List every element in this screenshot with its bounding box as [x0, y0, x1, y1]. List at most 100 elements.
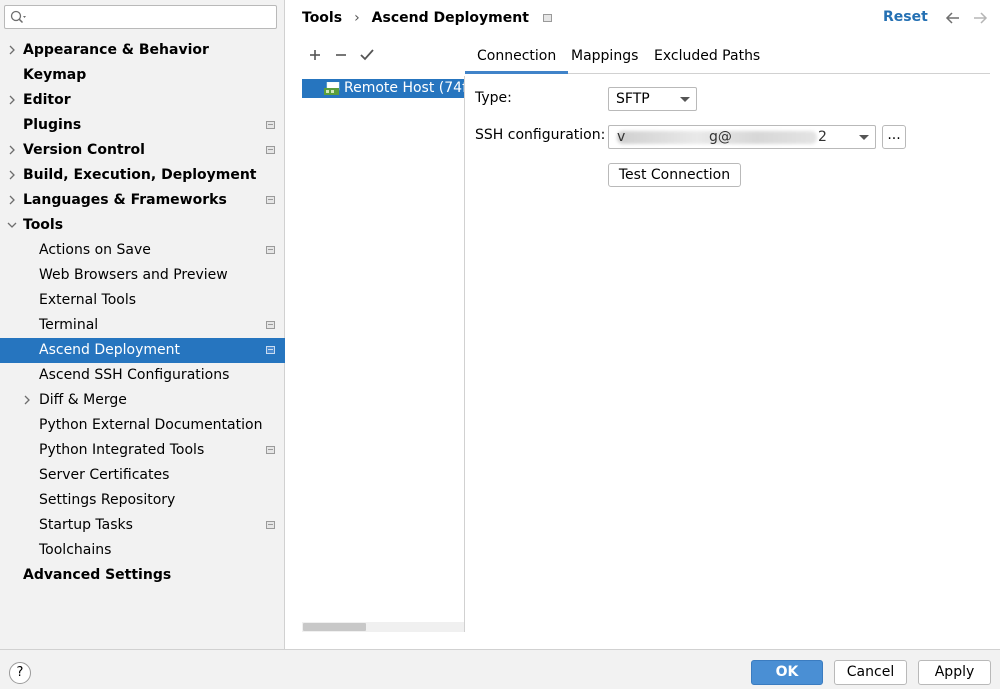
sidebar-item-label: Advanced Settings — [23, 567, 172, 583]
sidebar-item-plugins[interactable]: Plugins — [0, 113, 285, 138]
remove-icon[interactable] — [331, 45, 351, 65]
sidebar-item-actions-on-save[interactable]: Actions on Save — [0, 238, 285, 263]
tab-connection[interactable]: Connection — [465, 43, 569, 74]
chevron-right-icon[interactable] — [7, 195, 17, 205]
project-level-icon — [266, 246, 275, 254]
sidebar-item-ascend-ssh-configurations[interactable]: Ascend SSH Configurations — [0, 363, 285, 388]
sidebar-item-ascend-deployment[interactable]: Ascend Deployment — [0, 338, 285, 363]
chevron-right-icon[interactable] — [7, 145, 17, 155]
project-level-icon — [266, 146, 275, 154]
project-level-icon — [266, 121, 275, 129]
chevron-down-icon — [680, 97, 690, 102]
check-icon[interactable] — [357, 45, 377, 65]
apply-button[interactable]: Apply — [918, 660, 991, 685]
ssh-value-suffix: 2 — [818, 129, 827, 145]
sidebar-item-settings-repository[interactable]: Settings Repository — [0, 488, 285, 513]
scrollbar-thumb[interactable] — [303, 623, 366, 631]
sidebar-item-version-control[interactable]: Version Control — [0, 138, 285, 163]
project-level-icon — [266, 446, 275, 454]
sidebar-item-keymap[interactable]: Keymap — [0, 63, 285, 88]
chevron-down-icon — [859, 135, 869, 140]
ssh-configuration-label: SSH configuration: — [475, 127, 606, 143]
sidebar-item-label: Build, Execution, Deployment — [23, 167, 257, 183]
server-name: Remote Host (74f1 — [344, 80, 465, 96]
breadcrumb-separator: › — [354, 10, 360, 26]
ssh-configuration-dropdown[interactable]: v g@ 2 — [608, 125, 876, 149]
sidebar-item-external-tools[interactable]: External Tools — [0, 288, 285, 313]
sidebar-item-label: Tools — [23, 217, 64, 233]
sidebar-item-server-certificates[interactable]: Server Certificates — [0, 463, 285, 488]
sidebar-item-diff-merge[interactable]: Diff & Merge — [0, 388, 285, 413]
sidebar-item-label: Toolchains — [39, 542, 112, 558]
settings-search-input[interactable] — [31, 8, 271, 26]
project-level-icon — [266, 346, 275, 354]
settings-search-field[interactable] — [4, 5, 277, 29]
cancel-button[interactable]: Cancel — [834, 660, 907, 685]
settings-tree: Appearance & Behavior Keymap Editor Plugins… — [0, 38, 285, 588]
help-button[interactable]: ? — [9, 662, 31, 684]
sidebar-item-label: External Tools — [39, 292, 137, 308]
sidebar-item-label: Plugins — [23, 117, 82, 133]
sidebar-item-label: Version Control — [23, 142, 145, 158]
back-arrow-icon[interactable] — [945, 10, 961, 26]
type-dropdown[interactable]: SFTP — [608, 87, 697, 111]
project-level-icon — [266, 321, 275, 329]
sidebar-item-label: Ascend SSH Configurations — [39, 367, 230, 383]
ssh-browse-button[interactable]: ... — [882, 125, 906, 149]
server-list-item[interactable]: Remote Host (74f1 — [302, 79, 465, 98]
sidebar-item-label: Server Certificates — [39, 467, 170, 483]
ssh-value-at: g@ — [709, 129, 732, 145]
sidebar-item-label: Languages & Frameworks — [23, 192, 227, 208]
chevron-right-icon[interactable] — [7, 170, 17, 180]
sidebar-item-terminal[interactable]: Terminal — [0, 313, 285, 338]
sidebar-item-languages-frameworks[interactable]: Languages & Frameworks — [0, 188, 285, 213]
chevron-right-icon[interactable] — [7, 45, 17, 55]
breadcrumb-tools[interactable]: Tools — [302, 10, 342, 26]
chevron-down-icon[interactable] — [7, 220, 17, 230]
project-level-icon — [266, 521, 275, 529]
server-list: Remote Host (74f1 — [302, 76, 465, 632]
sidebar-item-editor[interactable]: Editor — [0, 88, 285, 113]
breadcrumb: Tools › Ascend Deployment — [302, 9, 552, 27]
chevron-right-icon[interactable] — [22, 395, 32, 405]
sidebar-item-appearance-behavior[interactable]: Appearance & Behavior — [0, 38, 285, 63]
sidebar-item-toolchains[interactable]: Toolchains — [0, 538, 285, 563]
search-icon — [10, 10, 26, 24]
sidebar-item-label: Python Integrated Tools — [39, 442, 205, 458]
sidebar-item-tools[interactable]: Tools — [0, 213, 285, 238]
breadcrumb-current: Ascend Deployment — [371, 10, 529, 26]
add-icon[interactable] — [305, 45, 325, 65]
sidebar-item-python-external-documentation[interactable]: Python External Documentation — [0, 413, 285, 438]
deployment-tabs: Connection Mappings Excluded Paths — [465, 43, 990, 74]
chevron-right-icon[interactable] — [7, 95, 17, 105]
sidebar-item-label: Python External Documentation — [39, 417, 263, 433]
sidebar-item-label: Startup Tasks — [39, 517, 133, 533]
sidebar-item-label: Terminal — [39, 317, 99, 333]
server-list-toolbar — [302, 42, 464, 68]
sftp-server-icon — [324, 82, 340, 95]
tab-mappings[interactable]: Mappings — [559, 43, 650, 74]
project-level-icon — [266, 196, 275, 204]
sidebar-item-label: Actions on Save — [39, 242, 151, 258]
tab-excluded-paths[interactable]: Excluded Paths — [642, 43, 772, 74]
sidebar-item-python-integrated-tools[interactable]: Python Integrated Tools — [0, 438, 285, 463]
settings-sidebar: Appearance & Behavior Keymap Editor Plugins… — [0, 0, 285, 649]
type-value: SFTP — [616, 91, 650, 107]
forward-arrow-icon[interactable] — [972, 10, 988, 26]
sidebar-item-label: Ascend Deployment — [39, 342, 181, 358]
sidebar-item-label: Diff & Merge — [39, 392, 127, 408]
sidebar-item-label: Settings Repository — [39, 492, 176, 508]
sidebar-item-build-execution-deployment[interactable]: Build, Execution, Deployment — [0, 163, 285, 188]
sidebar-item-label: Keymap — [23, 67, 87, 83]
horizontal-scrollbar[interactable] — [302, 622, 464, 632]
reset-link[interactable]: Reset — [883, 9, 928, 25]
sidebar-item-label: Web Browsers and Preview — [39, 267, 228, 283]
type-label: Type: — [475, 90, 512, 106]
sidebar-item-label: Appearance & Behavior — [23, 42, 209, 58]
test-connection-button[interactable]: Test Connection — [608, 163, 741, 187]
dialog-footer: ? OK Cancel Apply — [0, 649, 1000, 689]
sidebar-item-startup-tasks[interactable]: Startup Tasks — [0, 513, 285, 538]
sidebar-item-advanced-settings[interactable]: Advanced Settings — [0, 563, 285, 588]
ok-button[interactable]: OK — [751, 660, 823, 685]
sidebar-item-web-browsers-and-preview[interactable]: Web Browsers and Preview — [0, 263, 285, 288]
